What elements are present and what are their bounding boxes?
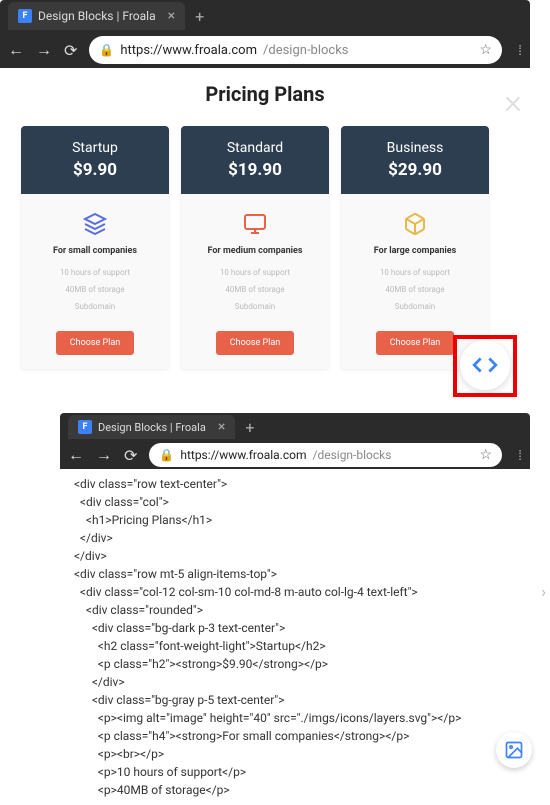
new-tab-button[interactable]: + — [245, 418, 254, 437]
code-line: <p><img alt="image" height="40" src="./i… — [68, 709, 522, 727]
plan-price: $29.90 — [341, 160, 489, 180]
plan-feature: 10 hours of support — [349, 268, 481, 277]
back-button[interactable]: ← — [8, 40, 24, 60]
image-icon — [504, 740, 524, 760]
url-path: /design-blocks — [313, 448, 392, 462]
plan-name: Business — [341, 140, 489, 156]
code-line: </div> — [68, 547, 522, 565]
monitor-icon — [243, 212, 267, 236]
plan-price: $19.90 — [181, 160, 329, 180]
tab-close-icon[interactable]: × — [218, 419, 225, 435]
code-line: <div class="col"> — [68, 493, 522, 511]
code-line: <div class="bg-gray p-5 text-center"> — [68, 691, 522, 709]
code-line: <div class="row mt-5 align-items-top"> — [68, 565, 522, 583]
card-body: For small companies 10 hours of support … — [21, 194, 169, 369]
lock-icon: 🔒 — [159, 448, 174, 462]
code-line: </div> — [68, 673, 522, 691]
plan-feature: 10 hours of support — [29, 268, 161, 277]
code-line: <p class="h2"><strong>$9.90</strong></p> — [68, 655, 522, 673]
pricing-card-business: Business $29.90 For large companies 10 h… — [341, 126, 489, 369]
code-line: <div class="col-12 col-sm-10 col-md-8 m-… — [68, 583, 522, 601]
forward-button[interactable]: → — [36, 40, 52, 60]
favicon-icon: F — [18, 9, 32, 23]
pricing-card-standard: Standard $19.90 For medium companies 10 … — [181, 126, 329, 369]
plan-name: Startup — [21, 140, 169, 156]
code-line: <p>40MB of storage</p> — [68, 781, 522, 799]
tab-bar: F Design Blocks | Froala × + — [0, 0, 530, 32]
browser-menu-icon[interactable]: ⁞ — [518, 447, 522, 464]
code-view: <div class="row text-center"> <div class… — [60, 469, 530, 805]
code-line: <div class="rounded"> — [68, 601, 522, 619]
browser-tab[interactable]: F Design Blocks | Froala × — [8, 2, 185, 30]
card-header: Business $29.90 — [341, 126, 489, 194]
nav-bar: ← → ⟳ 🔒 https://www.froala.com/design-bl… — [60, 441, 530, 469]
page-title: Pricing Plans — [0, 82, 530, 106]
tab-title: Design Blocks | Froala — [38, 9, 156, 23]
code-line: <p><br></p> — [68, 745, 522, 763]
tab-bar: F Design Blocks | Froala × + — [60, 413, 530, 441]
code-line: <p class="h4"><strong>For small companie… — [68, 727, 522, 745]
url-host: https://www.froala.com — [180, 448, 306, 462]
reload-button[interactable]: ⟳ — [64, 41, 77, 60]
address-bar[interactable]: 🔒 https://www.froala.com/design-blocks ☆ — [149, 443, 502, 467]
plan-tag: For medium companies — [189, 246, 321, 256]
new-tab-button[interactable]: + — [195, 7, 204, 26]
chevron-right-icon[interactable]: › — [541, 582, 546, 601]
plan-tag: For large companies — [349, 246, 481, 256]
code-line: </div> — [68, 529, 522, 547]
plan-name: Standard — [181, 140, 329, 156]
layers-icon — [83, 212, 107, 236]
plan-feature: 10 hours of support — [189, 268, 321, 277]
plan-feature: Subdomain — [189, 302, 321, 311]
image-fab-button[interactable] — [496, 732, 532, 768]
nav-bar: ← → ⟳ 🔒 https://www.froala.com/design-bl… — [0, 32, 530, 68]
card-header: Startup $9.90 — [21, 126, 169, 194]
back-button[interactable]: ← — [68, 445, 84, 465]
code-line: <p>10 hours of support</p> — [68, 763, 522, 781]
url-host: https://www.froala.com — [120, 43, 257, 58]
plan-feature: 40MB of storage — [189, 285, 321, 294]
plan-feature: Subdomain — [29, 302, 161, 311]
tab-close-icon[interactable]: × — [168, 8, 175, 24]
bookmark-star-icon[interactable]: ☆ — [480, 447, 493, 463]
bookmark-star-icon[interactable]: ☆ — [480, 42, 493, 58]
code-line: <h2 class="font-weight-light">Startup</h… — [68, 637, 522, 655]
plan-feature: 40MB of storage — [29, 285, 161, 294]
browser-window-bottom: F Design Blocks | Froala × + ← → ⟳ 🔒 htt… — [60, 413, 530, 469]
page-content: Pricing Plans — [0, 68, 530, 106]
forward-button[interactable]: → — [96, 445, 112, 465]
browser-window-top: F Design Blocks | Froala × + ← → ⟳ 🔒 htt… — [0, 0, 530, 68]
code-line: <h1>Pricing Plans</h1> — [68, 511, 522, 529]
lock-icon: 🔒 — [99, 43, 114, 57]
url-path: /design-blocks — [263, 43, 349, 58]
browser-menu-icon[interactable]: ⁞ — [518, 42, 522, 59]
code-line: <div class="bg-dark p-3 text-center"> — [68, 619, 522, 637]
choose-plan-button[interactable]: Choose Plan — [56, 331, 134, 355]
pricing-card-startup: Startup $9.90 For small companies 10 hou… — [21, 126, 169, 369]
code-line: <div class="row text-center"> — [68, 475, 522, 493]
address-bar[interactable]: 🔒 https://www.froala.com/design-blocks ☆ — [89, 36, 502, 64]
choose-plan-button[interactable]: Choose Plan — [216, 331, 294, 355]
plan-price: $9.90 — [21, 160, 169, 180]
card-body: For medium companies 10 hours of support… — [181, 194, 329, 369]
package-icon — [403, 212, 427, 236]
pricing-cards: Startup $9.90 For small companies 10 hou… — [0, 108, 510, 387]
browser-tab[interactable]: F Design Blocks | Froala × — [68, 415, 235, 439]
card-header: Standard $19.90 — [181, 126, 329, 194]
favicon-icon: F — [78, 420, 92, 434]
tab-title: Design Blocks | Froala — [98, 421, 206, 434]
highlight-box — [453, 335, 517, 397]
plan-tag: For small companies — [29, 246, 161, 256]
reload-button[interactable]: ⟳ — [124, 446, 137, 465]
plan-feature: 40MB of storage — [349, 285, 481, 294]
choose-plan-button[interactable]: Choose Plan — [376, 331, 454, 355]
plan-feature: Subdomain — [349, 302, 481, 311]
